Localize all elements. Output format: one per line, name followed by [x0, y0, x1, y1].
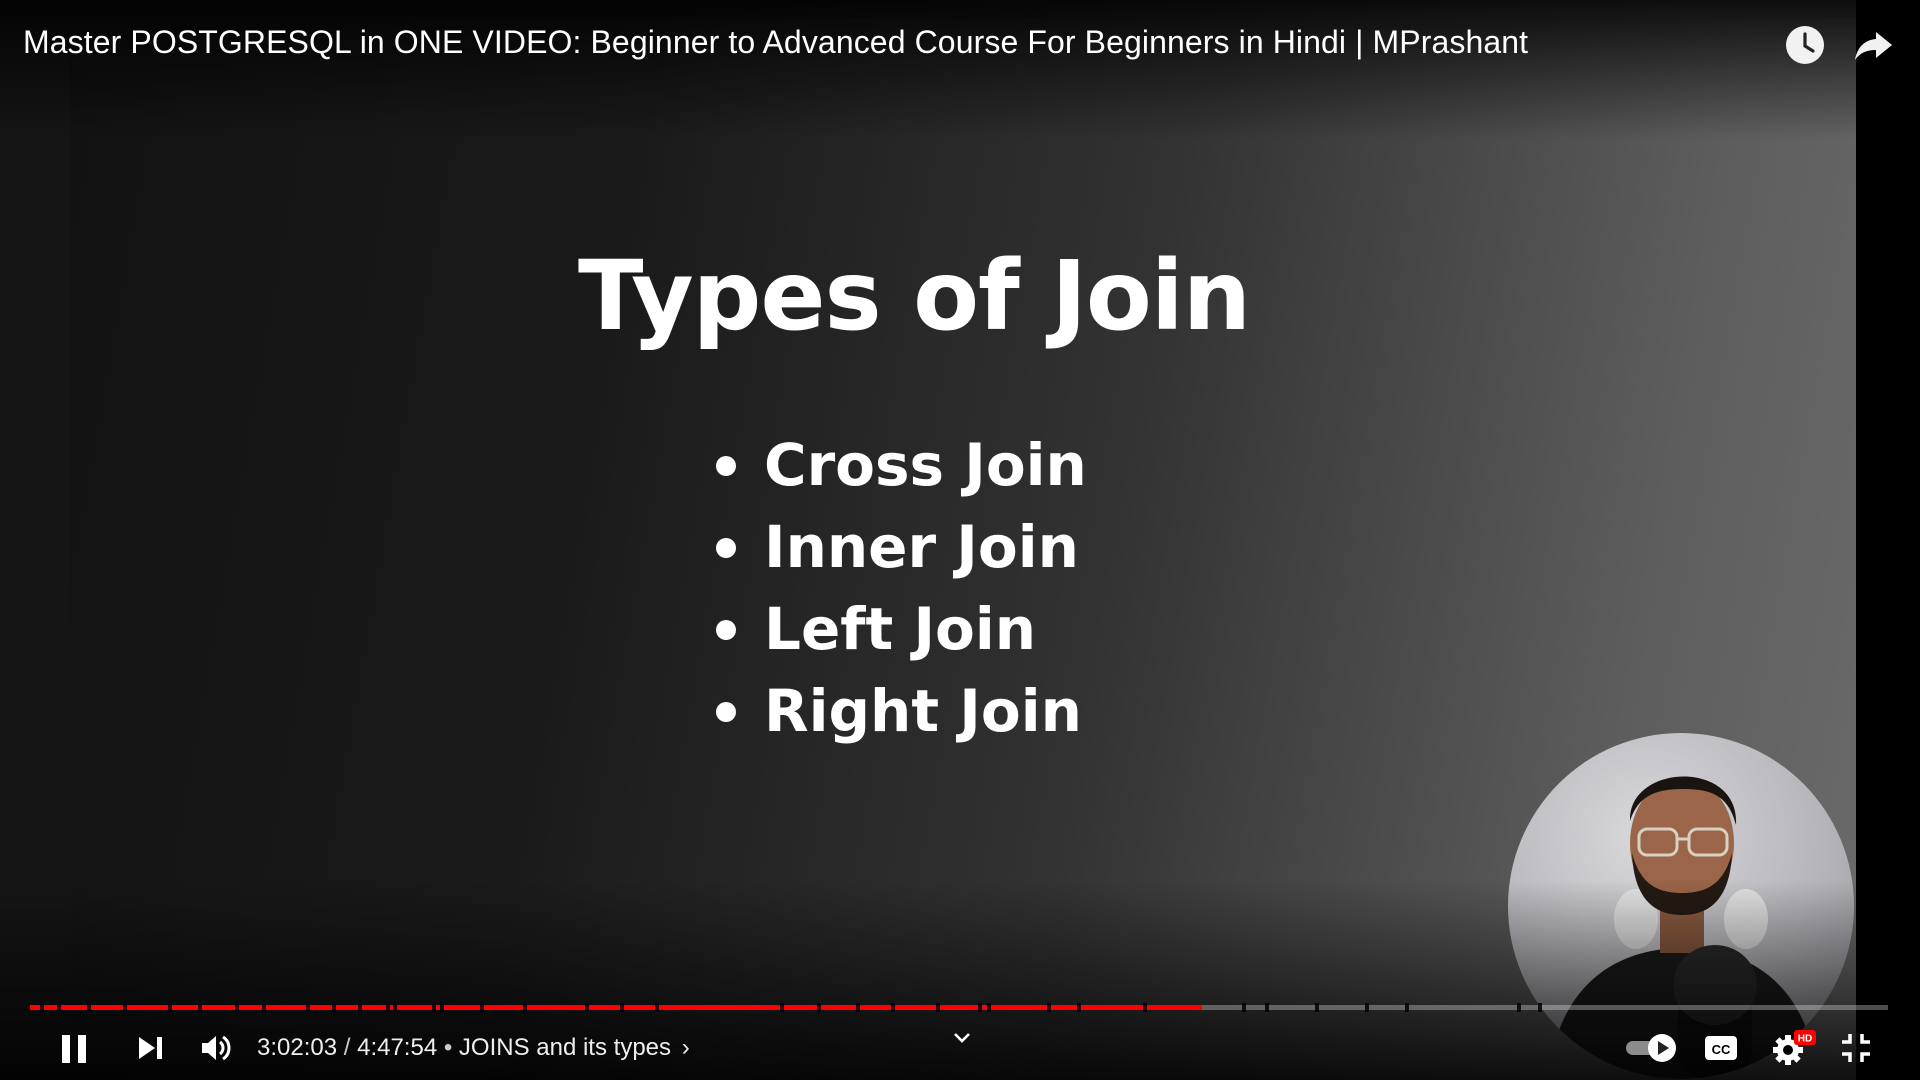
chapter-marker — [780, 1003, 784, 1012]
chapter-marker — [358, 1003, 362, 1012]
chapter-marker — [1538, 1003, 1542, 1012]
exit-fullscreen-icon — [1842, 1034, 1870, 1062]
pause-icon — [62, 1035, 86, 1063]
exit-fullscreen-button[interactable] — [1838, 1030, 1874, 1071]
chapter-marker — [57, 1003, 61, 1012]
chapter-marker — [235, 1003, 239, 1012]
chapter-marker — [168, 1003, 172, 1012]
volume-button[interactable] — [198, 1030, 234, 1071]
chapter-marker — [332, 1003, 336, 1012]
hd-badge: HD — [1798, 1034, 1812, 1045]
chapter-marker — [480, 1003, 484, 1012]
chapter-marker — [393, 1003, 397, 1012]
chapter-marker — [987, 1003, 991, 1012]
chapter-marker — [87, 1003, 91, 1012]
chapter-title[interactable]: JOINS and its types — [459, 1034, 671, 1061]
chapter-marker — [123, 1003, 127, 1012]
chapter-marker — [198, 1003, 202, 1012]
chapter-marker — [620, 1003, 624, 1012]
chapter-marker — [1365, 1003, 1369, 1012]
chapter-marker — [936, 1003, 940, 1012]
time-separator: / — [337, 1034, 358, 1061]
autoplay-toggle[interactable] — [1624, 1032, 1680, 1069]
chapter-marker — [655, 1003, 659, 1012]
pause-button[interactable] — [56, 1030, 92, 1071]
video-title[interactable]: Master POSTGRESQL in ONE VIDEO: Beginner… — [23, 24, 1528, 61]
chapter-marker — [440, 1003, 444, 1012]
slide-bullet-list: Cross Join Inner Join Left Join Right Jo… — [716, 424, 1087, 752]
chapter-marker — [432, 1003, 436, 1012]
chapter-marker — [1315, 1003, 1319, 1012]
slide-bullet-item: Left Join — [716, 588, 1087, 670]
chevron-down-icon — [954, 1033, 970, 1043]
chevron-right-icon[interactable]: › — [682, 1034, 690, 1061]
expand-details-button[interactable] — [950, 1026, 974, 1055]
slide-bullet-item: Right Join — [716, 670, 1087, 752]
chapter-marker — [1517, 1003, 1521, 1012]
duration: 4:47:54 — [357, 1034, 438, 1061]
chapter-marker — [523, 1003, 527, 1012]
next-icon — [139, 1037, 162, 1059]
chapter-marker — [1047, 1003, 1051, 1012]
chapter-marker — [386, 1003, 390, 1012]
chapter-marker — [1077, 1003, 1081, 1012]
chapter-marker — [1143, 1003, 1147, 1012]
cc-label: CC — [1712, 1042, 1731, 1057]
chapter-marker — [1405, 1003, 1409, 1012]
chapter-marker — [585, 1003, 589, 1012]
top-gradient — [0, 0, 1920, 140]
chapter-bullet: • — [437, 1034, 459, 1061]
captions-button[interactable]: CC — [1703, 1032, 1739, 1069]
gear-icon: HD — [1773, 1030, 1816, 1065]
chapter-marker — [306, 1003, 310, 1012]
progress-played — [30, 1005, 1203, 1010]
slide-bullet-item: Cross Join — [716, 424, 1087, 506]
slide-bullet-item: Inner Join — [716, 506, 1087, 588]
clock-icon[interactable] — [1784, 24, 1826, 66]
next-button[interactable] — [132, 1030, 168, 1071]
volume-icon — [202, 1035, 231, 1061]
cc-icon: CC — [1705, 1036, 1737, 1060]
chapter-marker — [1265, 1003, 1269, 1012]
chapter-marker — [978, 1003, 982, 1012]
share-icon[interactable] — [1852, 24, 1894, 66]
chapter-marker — [40, 1003, 44, 1012]
chapter-marker — [856, 1003, 860, 1012]
time-display: 3:02:03 / 4:47:54 • JOINS and its types … — [257, 1034, 690, 1062]
slide-heading: Types of Join — [578, 240, 1251, 352]
progress-bar[interactable] — [30, 1003, 1888, 1012]
autoplay-toggle-icon — [1626, 1034, 1676, 1062]
current-time: 3:02:03 — [257, 1034, 338, 1061]
chapter-marker — [817, 1003, 821, 1012]
settings-button[interactable]: HD — [1772, 1028, 1816, 1071]
chapter-marker — [1242, 1003, 1246, 1012]
chapter-marker — [891, 1003, 895, 1012]
player-controls: 3:02:03 / 4:47:54 • JOINS and its types … — [0, 1020, 1920, 1072]
chapter-marker — [262, 1003, 266, 1012]
